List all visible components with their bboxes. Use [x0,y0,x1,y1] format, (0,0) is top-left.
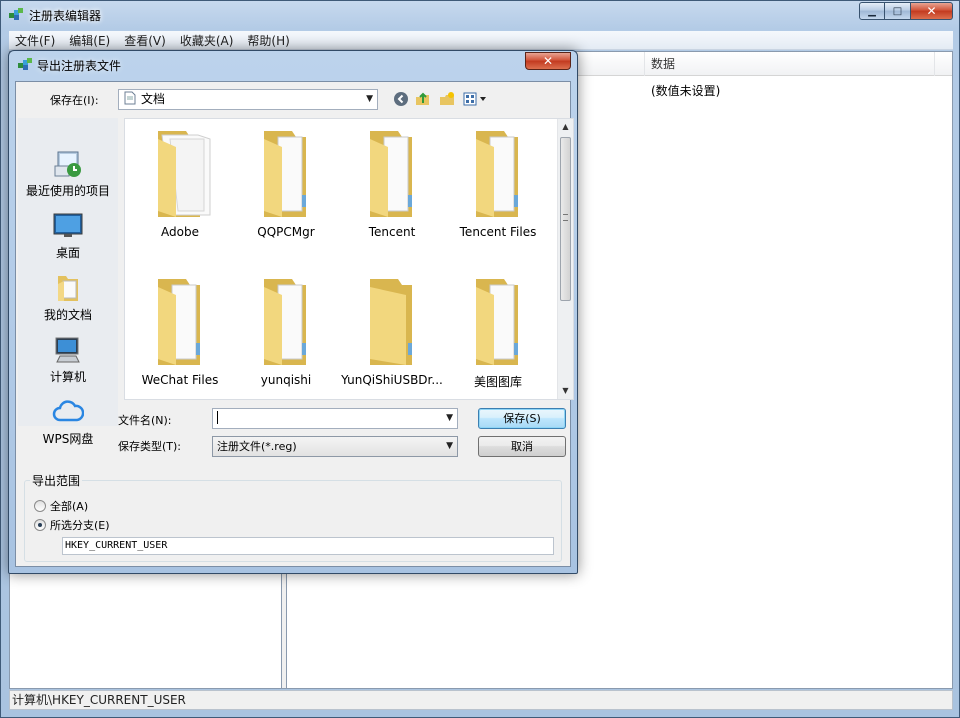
menu-favorites[interactable]: 收藏夹(A) [180,32,234,49]
scroll-thumb[interactable] [560,137,571,301]
chevron-down-icon: ▼ [446,441,453,451]
text-caret [217,411,218,424]
grip-icon [563,214,568,221]
radio-button[interactable] [34,519,46,531]
folder-icon [264,279,306,365]
folder-icon [476,279,518,365]
folder-label: WeChat Files [141,373,219,387]
maximize-button[interactable]: □ [885,2,911,20]
place-computer[interactable]: 计算机 [18,334,118,385]
menu-edit[interactable]: 编辑(E) [69,32,110,49]
title-bar[interactable]: 注册表编辑器 ▁ □ ✕ [1,1,959,29]
window-controls: ▁ □ ✕ [859,2,953,20]
folder-label: QQPCMgr [257,225,315,239]
export-range-title: 导出范围 [30,472,83,489]
radio-selected-branch[interactable]: 所选分支(E) [34,517,110,533]
folder-icon [264,131,306,217]
place-desktop[interactable]: 桌面 [18,210,118,261]
status-bar: 计算机\HKEY_CURRENT_USER [9,690,953,710]
folder-item[interactable]: Adobe [127,125,233,239]
place-recent-items[interactable]: 最近使用的项目 [18,148,118,199]
filename-label: 文件名(N): [118,414,172,427]
chevron-down-icon: ▼ [366,94,373,104]
dialog-body: 保存在(I): 文档 ▼ 最近使用的项目 桌面 我的文档 计算机 WPS网盘 A… [15,81,574,567]
menu-bar: 文件(F) 编辑(E) 查看(V) 收藏夹(A) 帮助(H) [9,31,953,50]
chevron-down-icon[interactable]: ▼ [446,409,453,428]
save-in-value: 文档 [141,92,166,106]
menu-help[interactable]: 帮助(H) [247,32,289,49]
regedit-icon [18,58,32,70]
filetype-label: 保存类型(T): [118,440,182,453]
file-list-scrollbar[interactable]: ▲ ▼ [557,119,573,399]
folder-label: Tencent [368,225,416,239]
place-my-documents[interactable]: 我的文档 [18,272,118,323]
dialog-title-bar[interactable]: 导出注册表文件 [17,57,121,74]
file-list[interactable]: Adobe QQPCMgr Tencent Tencent Files WeCh… [124,118,574,400]
folder-icon [476,131,518,217]
folder-item[interactable]: 美图图库 [445,273,551,390]
documents-icon [58,276,78,301]
radio-button[interactable] [34,500,46,512]
menu-view[interactable]: 查看(V) [124,32,166,49]
regedit-icon [9,8,23,20]
folder-label: Adobe [161,225,199,239]
save-in-label: 保存在(I): [50,94,99,107]
scroll-up-icon[interactable]: ▲ [558,119,573,135]
folder-item[interactable]: Tencent [339,125,445,239]
document-icon [124,91,136,105]
place-label: 最近使用的项目 [25,184,110,198]
minimize-button[interactable]: ▁ [859,2,885,20]
column-data[interactable]: 数据 [645,52,935,76]
window-title: 注册表编辑器 [29,9,102,23]
radio-all[interactable]: 全部(A) [34,498,88,514]
places-bar: 最近使用的项目 桌面 我的文档 计算机 WPS网盘 [18,118,118,446]
new-folder-icon[interactable] [438,91,456,107]
filename-input[interactable]: ▼ [212,408,458,429]
place-wps-cloud[interactable]: WPS网盘 [18,396,118,447]
folder-label: 美图图库 [473,375,522,389]
folder-item[interactable]: WeChat Files [127,273,233,387]
place-label: WPS网盘 [42,432,94,446]
filetype-dropdown[interactable]: 注册文件(*.reg) ▼ [212,436,458,457]
folder-item[interactable]: Tencent Files [445,125,551,239]
folder-label: Tencent Files [459,225,537,239]
empty-folder-icon [370,279,412,365]
export-registry-dialog: 导出注册表文件 ✕ 保存在(I): 文档 ▼ 最近使用的项目 桌面 我的文档 计… [8,50,578,574]
folder-label: YunQiShiUSBDr... [341,373,443,387]
place-label: 计算机 [49,370,86,384]
radio-selected-label: 所选分支(E) [50,519,110,532]
dialog-title: 导出注册表文件 [37,59,122,73]
menu-file[interactable]: 文件(F) [15,32,55,49]
place-label: 桌面 [55,246,80,260]
back-icon[interactable] [392,91,410,107]
value-data-cell[interactable]: (数值未设置) [651,82,720,99]
view-menu-icon[interactable] [462,91,490,107]
folder-icon [370,131,412,217]
computer-icon [55,337,80,363]
dialog-close-button[interactable]: ✕ [525,52,571,70]
folder-open-icon [158,131,211,217]
folder-icon [158,279,200,365]
close-button[interactable]: ✕ [911,2,953,20]
save-button[interactable]: 保存(S) [478,408,566,429]
filetype-value: 注册文件(*.reg) [217,440,297,453]
scroll-down-icon[interactable]: ▼ [558,383,573,399]
radio-all-label: 全部(A) [50,500,89,513]
folder-label: yunqishi [260,373,312,387]
up-folder-icon[interactable] [414,91,432,107]
recent-items-icon [54,151,81,177]
folder-item[interactable]: yunqishi [233,273,339,387]
cancel-button[interactable]: 取消 [478,436,566,457]
cloud-icon [52,400,84,422]
folder-item[interactable]: QQPCMgr [233,125,339,239]
desktop-icon [53,213,83,237]
branch-path-input[interactable]: HKEY_CURRENT_USER [62,537,554,555]
folder-item[interactable]: YunQiShiUSBDr... [339,273,445,387]
place-label: 我的文档 [43,308,92,322]
save-in-dropdown[interactable]: 文档 ▼ [118,89,378,110]
